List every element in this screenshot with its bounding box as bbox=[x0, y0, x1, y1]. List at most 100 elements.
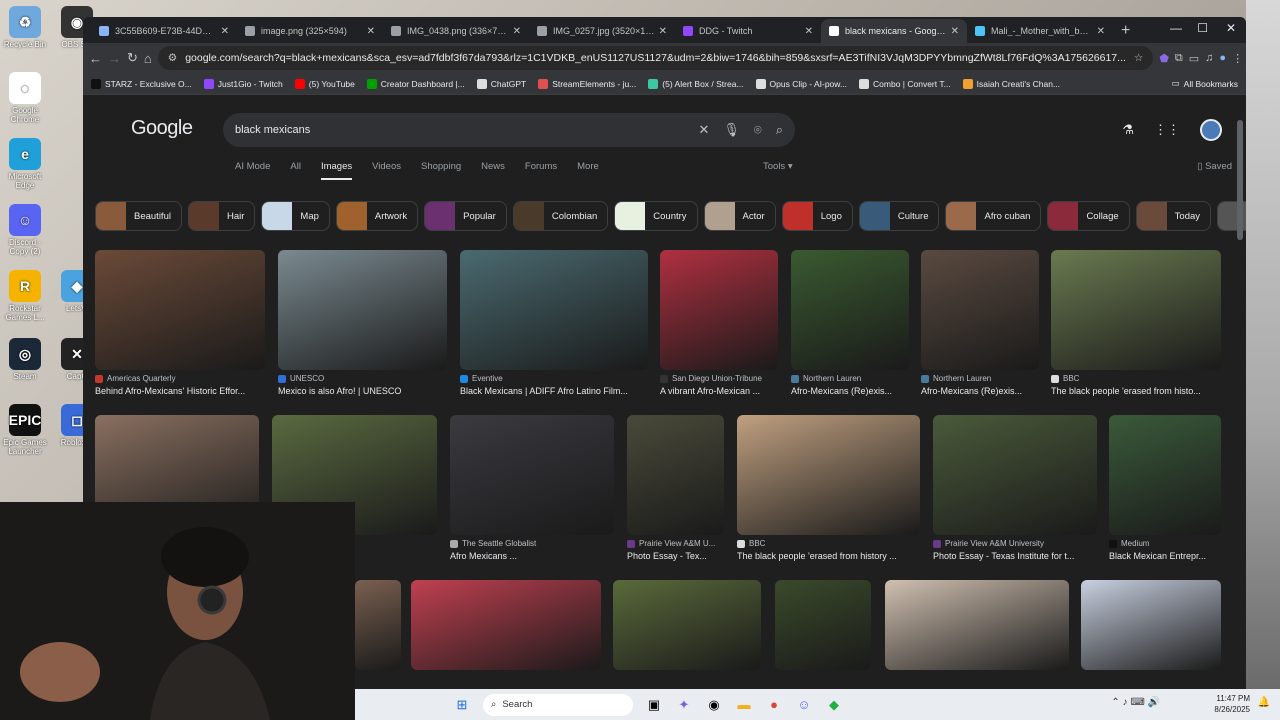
image-result[interactable] bbox=[775, 580, 871, 670]
microphone-icon[interactable]: 🎙 bbox=[723, 122, 740, 138]
image-result[interactable]: Americas Quarterly Behind Afro-Mexicans' … bbox=[95, 250, 265, 396]
forward-arrow-icon[interactable]: → bbox=[108, 51, 121, 66]
bookmark-item[interactable]: (5) YouTube bbox=[294, 78, 355, 89]
image-result[interactable]: UNESCO Mexico is also Afro! | UNESCO bbox=[278, 250, 447, 396]
labs-flask-icon[interactable]: ⚗ bbox=[1122, 122, 1134, 138]
refinement-chip[interactable]: Artwork bbox=[335, 201, 419, 231]
app-taskbar-icon[interactable]: ◆ bbox=[823, 694, 845, 716]
google-logo[interactable]: Google bbox=[131, 117, 193, 140]
reload-icon[interactable]: ↻ bbox=[127, 50, 138, 66]
image-result[interactable]: Medium Black Mexican Entrepr... bbox=[1109, 415, 1221, 561]
desktop-shortcut[interactable]: ♻ Recycle Bin bbox=[0, 6, 50, 49]
result-caption[interactable]: Afro-Mexicans (Re)exis... bbox=[791, 386, 909, 396]
image-result[interactable]: BBC The black people 'erased from history… bbox=[737, 415, 920, 561]
notification-icon[interactable]: 🔔 bbox=[1258, 697, 1270, 708]
result-caption[interactable]: Mexico is also Afro! | UNESCO bbox=[278, 386, 447, 396]
close-tab-icon[interactable]: ✕ bbox=[805, 26, 813, 37]
taskbar-clock[interactable]: 11:47 PM 8/26/2025 bbox=[1214, 693, 1250, 715]
bookmark-item[interactable]: StreamElements - ju... bbox=[538, 78, 636, 89]
result-thumbnail[interactable] bbox=[278, 250, 447, 370]
result-thumbnail[interactable] bbox=[95, 250, 265, 370]
copilot-icon[interactable]: ✦ bbox=[673, 694, 695, 716]
close-tab-icon[interactable]: ✕ bbox=[1097, 26, 1105, 37]
image-result[interactable]: Northern Lauren Afro-Mexicans (Re)exis... bbox=[791, 250, 909, 396]
desktop-shortcut[interactable]: ● Google Chrome bbox=[0, 72, 50, 124]
chrome-taskbar-icon[interactable]: ● bbox=[763, 694, 785, 716]
refinement-chip[interactable]: Afro cuban bbox=[945, 201, 1042, 231]
avatar[interactable] bbox=[1200, 119, 1222, 141]
minimize-button[interactable]: — bbox=[1170, 21, 1182, 35]
result-thumbnail[interactable] bbox=[791, 250, 909, 370]
filter-tab[interactable]: News bbox=[481, 161, 505, 180]
profile-icon[interactable]: ● bbox=[1219, 49, 1226, 67]
lens-icon[interactable]: ⌾ bbox=[754, 122, 762, 138]
close-tab-icon[interactable]: ✕ bbox=[659, 26, 667, 37]
cast-icon[interactable]: ▭ bbox=[1189, 49, 1199, 67]
result-caption[interactable]: Black Mexicans | ADIFF Afro Latino Film.… bbox=[460, 386, 648, 396]
extensions-puzzle-icon[interactable]: ⧉ bbox=[1175, 49, 1183, 67]
refinement-chip[interactable]: Actor bbox=[703, 201, 776, 231]
image-result[interactable] bbox=[411, 580, 601, 670]
menu-kebab-icon[interactable]: ⋮ bbox=[1232, 49, 1243, 67]
result-caption[interactable]: A vibrant Afro-Mexican ... bbox=[660, 386, 778, 396]
desktop-shortcut[interactable]: ◎ Steam bbox=[0, 338, 50, 381]
bookmark-item[interactable]: (5) Alert Box / Strea... bbox=[648, 78, 744, 89]
close-tab-icon[interactable]: ✕ bbox=[221, 26, 229, 37]
address-bar[interactable]: ⚙ google.com/search?q=black+mexicans&sca… bbox=[157, 46, 1154, 70]
browser-tab[interactable]: black mexicans - Google Se ✕ bbox=[821, 19, 967, 43]
refinement-chip[interactable]: Culture bbox=[858, 201, 940, 231]
image-result[interactable] bbox=[1081, 580, 1221, 670]
result-thumbnail[interactable] bbox=[1109, 415, 1221, 535]
image-result[interactable]: The Seattle Globalist Afro Mexicans ... bbox=[450, 415, 614, 561]
image-result[interactable]: Northern Lauren Afro-Mexicans (Re)exis... bbox=[921, 250, 1039, 396]
result-thumbnail[interactable] bbox=[450, 415, 614, 535]
image-result[interactable]: Eventive Black Mexicans | ADIFF Afro Lati… bbox=[460, 250, 648, 396]
bookmark-item[interactable]: ChatGPT bbox=[476, 78, 526, 89]
result-caption[interactable]: Photo Essay - Texas Institute for t... bbox=[933, 551, 1097, 561]
result-thumbnail[interactable] bbox=[775, 580, 871, 670]
result-thumbnail[interactable] bbox=[627, 415, 724, 535]
result-thumbnail[interactable] bbox=[737, 415, 920, 535]
all-bookmarks[interactable]: ▭ All Bookmarks bbox=[1172, 78, 1238, 89]
refinement-chip[interactable]: Collage bbox=[1047, 201, 1130, 231]
home-icon[interactable]: ⌂ bbox=[144, 51, 152, 66]
close-window-button[interactable]: ✕ bbox=[1226, 21, 1236, 35]
bookmark-item[interactable]: Isaiah Creati's Chan... bbox=[962, 78, 1060, 89]
image-result[interactable]: Prairie View A&M U... Photo Essay - Tex..… bbox=[627, 415, 724, 561]
result-thumbnail[interactable] bbox=[933, 415, 1097, 535]
filter-tab[interactable]: Shopping bbox=[421, 161, 461, 180]
result-thumbnail[interactable] bbox=[613, 580, 761, 670]
result-caption[interactable]: Afro Mexicans ... bbox=[450, 551, 614, 561]
close-tab-icon[interactable]: ✕ bbox=[367, 26, 375, 37]
close-tab-icon[interactable]: ✕ bbox=[513, 26, 521, 37]
browser-tab[interactable]: Mali_-_Mother_with_baby.j ✕ bbox=[967, 19, 1113, 43]
filter-tab[interactable]: All bbox=[290, 161, 301, 180]
browser-tab[interactable]: IMG_0257.jpg (3520×1980) ✕ bbox=[529, 19, 675, 43]
refinement-chip[interactable]: Colombian bbox=[512, 201, 609, 231]
page-scrollbar[interactable] bbox=[1237, 120, 1243, 240]
apps-grid-icon[interactable]: ⋮⋮ bbox=[1154, 122, 1180, 138]
filter-tab[interactable]: More bbox=[577, 161, 599, 180]
site-info-icon[interactable]: ⚙ bbox=[168, 52, 177, 64]
result-caption[interactable]: The black people 'erased from histo... bbox=[1051, 386, 1221, 396]
browser-tab[interactable]: DDG - Twitch ✕ bbox=[675, 19, 821, 43]
search-query[interactable]: black mexicans bbox=[235, 124, 684, 136]
result-caption[interactable]: Photo Essay - Tex... bbox=[627, 551, 724, 561]
refinement-chip[interactable]: Map bbox=[261, 201, 330, 231]
result-thumbnail[interactable] bbox=[921, 250, 1039, 370]
task-view-icon[interactable]: ▣ bbox=[643, 694, 665, 716]
image-result[interactable]: Prairie View A&M University Photo Essay -… bbox=[933, 415, 1097, 561]
refinement-chip[interactable]: Logo bbox=[781, 201, 853, 231]
result-thumbnail[interactable] bbox=[460, 250, 648, 370]
maximize-button[interactable]: ☐ bbox=[1197, 21, 1208, 35]
result-thumbnail[interactable] bbox=[885, 580, 1069, 670]
extension-shield-icon[interactable]: ⬟ bbox=[1159, 49, 1169, 67]
clear-icon[interactable]: ✕ bbox=[698, 122, 709, 138]
result-thumbnail[interactable] bbox=[355, 580, 401, 670]
saved-button[interactable]: ▯ Saved bbox=[1197, 161, 1232, 172]
result-caption[interactable]: Black Mexican Entrepr... bbox=[1109, 551, 1221, 561]
tools-button[interactable]: Tools ▾ bbox=[763, 161, 793, 172]
search-box[interactable]: black mexicans ✕ 🎙 ⌾ ⌕ bbox=[223, 113, 795, 147]
result-thumbnail[interactable] bbox=[1081, 580, 1221, 670]
tray-icons[interactable]: ⌃ ♪ ⌨ 🔊 bbox=[1111, 697, 1160, 708]
